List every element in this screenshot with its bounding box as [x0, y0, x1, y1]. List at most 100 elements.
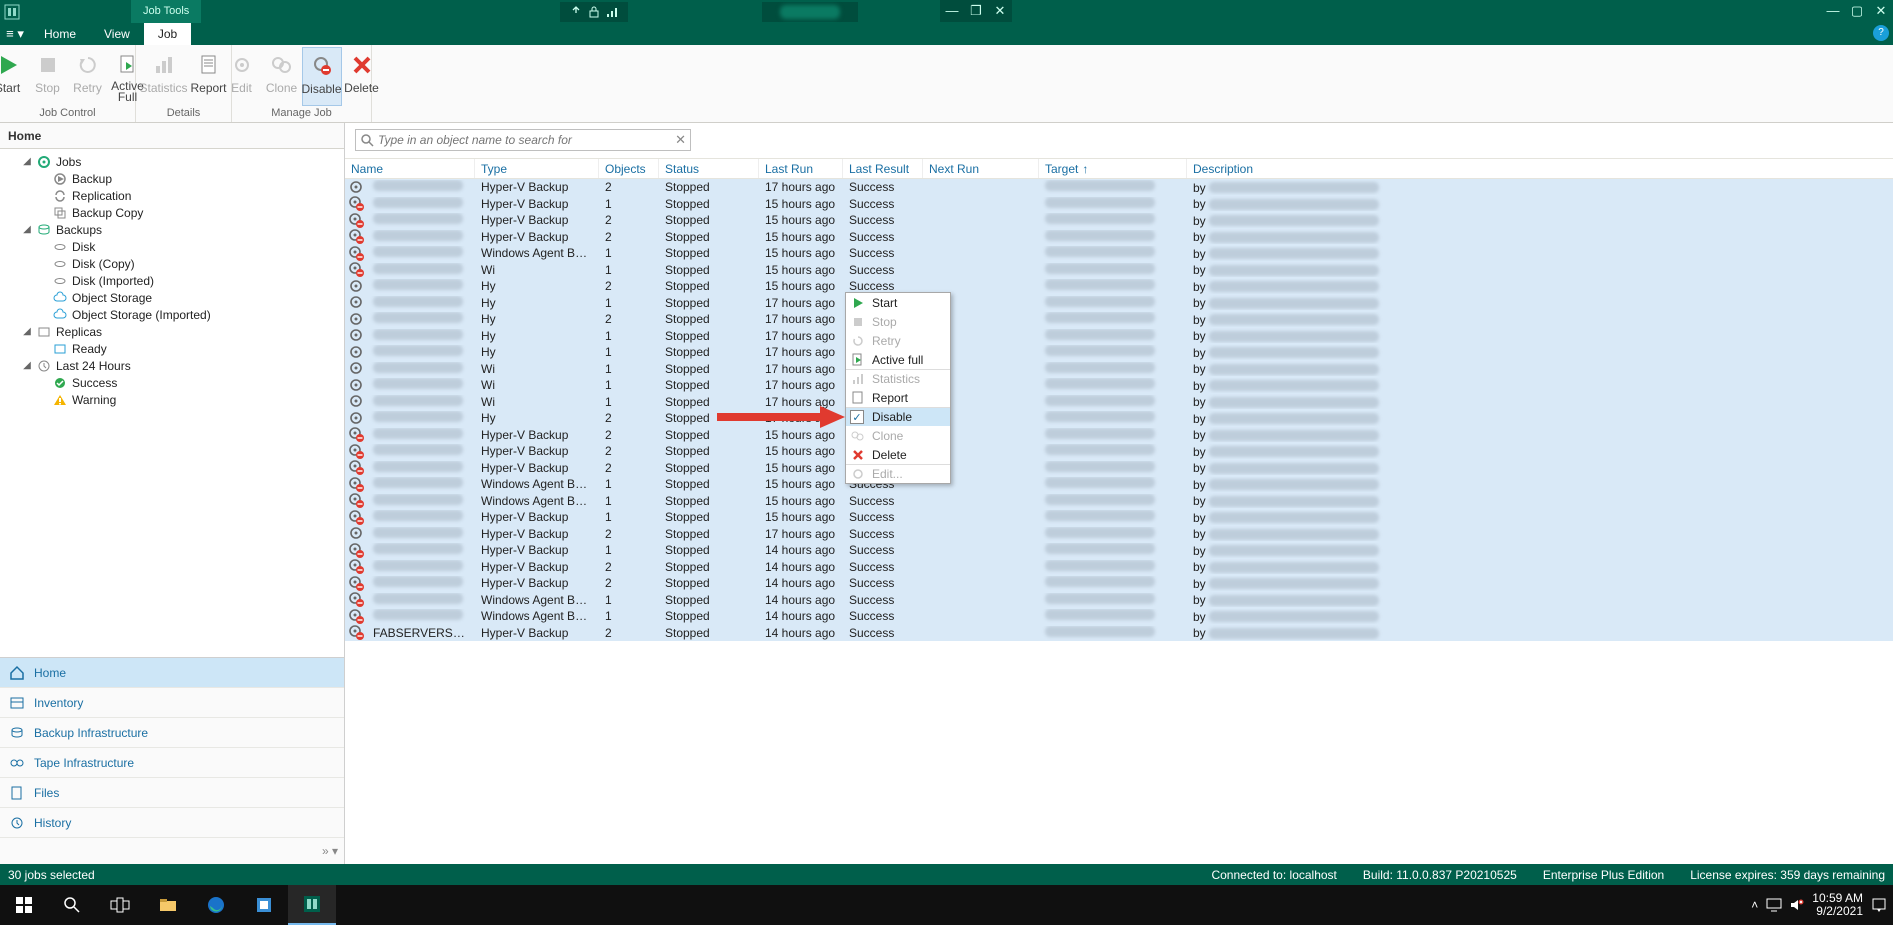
minimize-inner-button[interactable]: — — [940, 0, 964, 22]
col-type[interactable]: Type — [475, 159, 599, 178]
tree-jobs[interactable]: ◢Jobs — [0, 153, 344, 170]
col-objects[interactable]: Objects — [599, 159, 659, 178]
tree-backups[interactable]: ◢Backups — [0, 221, 344, 238]
table-row[interactable]: Windows Agent Backup1Stopped15 hours ago… — [345, 476, 1893, 493]
table-row[interactable]: Hyper-V Backup1Stopped15 hours agoSucces… — [345, 509, 1893, 526]
table-row[interactable]: Hyper-V Backup2Stopped14 hours agoSucces… — [345, 575, 1893, 592]
table-row[interactable]: Wi1Stopped17 hours agoSuccessby — [345, 394, 1893, 411]
tree-success[interactable]: Success — [0, 374, 344, 391]
col-description[interactable]: Description — [1187, 159, 1411, 178]
table-row[interactable]: Hy2Stopped15 hours agoSuccessby — [345, 278, 1893, 295]
job-tools-tab[interactable]: Job Tools — [131, 0, 201, 23]
cm-stop[interactable]: Stop — [846, 312, 950, 331]
app-button-1[interactable] — [240, 885, 288, 925]
cm-report[interactable]: Report — [846, 388, 950, 407]
restore-inner-button[interactable]: ❐ — [964, 0, 988, 22]
table-row[interactable]: Hyper-V Backup1Stopped14 hours agoSucces… — [345, 542, 1893, 559]
delete-button[interactable]: Delete — [342, 47, 382, 106]
close-inner-button[interactable]: ✕ — [988, 0, 1012, 22]
nav-tape-infra[interactable]: Tape Infrastructure — [0, 748, 344, 778]
grid-body[interactable]: Start Stop Retry Active full Statistics … — [345, 179, 1893, 864]
cm-clone[interactable]: Clone — [846, 426, 950, 445]
tray-overflow-icon[interactable]: ˄ — [1751, 898, 1758, 912]
help-icon[interactable]: ? — [1873, 25, 1889, 41]
tree-disk-imported[interactable]: Disk (Imported) — [0, 272, 344, 289]
table-row[interactable]: Windows Agent Backup1Stopped14 hours ago… — [345, 592, 1893, 609]
table-row[interactable]: Windows Agent Backup1Stopped14 hours ago… — [345, 608, 1893, 625]
nav-inventory[interactable]: Inventory — [0, 688, 344, 718]
tree-replication[interactable]: Replication — [0, 187, 344, 204]
search-box[interactable]: ✕ — [355, 129, 691, 151]
app-menu-button[interactable]: ≡ ▾ — [0, 23, 30, 45]
disable-button[interactable]: Disable — [302, 47, 342, 106]
table-row[interactable]: Hy1Stopped17 hours agoSuccessby — [345, 344, 1893, 361]
edge-button[interactable] — [192, 885, 240, 925]
edit-button[interactable]: Edit — [222, 47, 262, 106]
explorer-button[interactable] — [144, 885, 192, 925]
table-row[interactable]: Wi1Stopped17 hours agoSuccessby — [345, 361, 1893, 378]
cm-delete[interactable]: Delete — [846, 445, 950, 464]
cm-disable[interactable]: ✓Disable — [846, 407, 950, 426]
table-row[interactable]: Hyper-V Backup2Stopped15 hours agoSucces… — [345, 443, 1893, 460]
app-button-veeam[interactable] — [288, 885, 336, 925]
tree-disk-copy[interactable]: Disk (Copy) — [0, 255, 344, 272]
clear-search-icon[interactable]: ✕ — [675, 132, 686, 148]
start-button[interactable]: Start — [0, 47, 28, 106]
search-input[interactable] — [378, 133, 671, 147]
tree-object-storage[interactable]: Object Storage — [0, 289, 344, 306]
col-target[interactable]: Target ↑ — [1039, 159, 1187, 178]
close-button[interactable]: ✕ — [1869, 0, 1893, 22]
tab-home[interactable]: Home — [30, 23, 90, 45]
search-button[interactable] — [48, 885, 96, 925]
tree-last24[interactable]: ◢Last 24 Hours — [0, 357, 344, 374]
table-row[interactable]: Windows Agent Backup1Stopped15 hours ago… — [345, 493, 1893, 510]
nav-collapse-icon[interactable]: » ▾ — [322, 844, 338, 858]
col-last-result[interactable]: Last Result — [843, 159, 923, 178]
minimize-button[interactable]: — — [1821, 0, 1845, 22]
statistics-button[interactable]: Statistics — [139, 47, 189, 106]
nav-backup-infra[interactable]: Backup Infrastructure — [0, 718, 344, 748]
stop-button[interactable]: Stop — [28, 47, 68, 106]
cm-statistics[interactable]: Statistics — [846, 369, 950, 388]
tree-ready[interactable]: Ready — [0, 340, 344, 357]
table-row[interactable]: Wi1Stopped17 hours agoSuccessby — [345, 377, 1893, 394]
tree-backup-copy[interactable]: Backup Copy — [0, 204, 344, 221]
nav-files[interactable]: Files — [0, 778, 344, 808]
tab-view[interactable]: View — [90, 23, 144, 45]
clone-button[interactable]: Clone — [262, 47, 302, 106]
notifications-icon[interactable] — [1871, 897, 1887, 913]
cm-edit[interactable]: Edit... — [846, 464, 950, 483]
tree-replicas[interactable]: ◢Replicas — [0, 323, 344, 340]
taskbar-clock[interactable]: 10:59 AM 9/2/2021 — [1812, 892, 1863, 918]
table-row[interactable]: Hyper-V Backup2Stopped17 hours agoSucces… — [345, 179, 1893, 196]
table-row[interactable]: Hyper-V Backup1Stopped15 hours agoSucces… — [345, 196, 1893, 213]
tab-job[interactable]: Job — [144, 23, 191, 45]
tree-backup[interactable]: Backup — [0, 170, 344, 187]
task-view-button[interactable] — [96, 885, 144, 925]
tray-volume-icon[interactable] — [1790, 898, 1804, 912]
table-row[interactable]: FABSERVERS_FABITIA...Hyper-V Backup2Stop… — [345, 625, 1893, 642]
col-name[interactable]: Name — [345, 159, 475, 178]
nav-history[interactable]: History — [0, 808, 344, 838]
tray-display-icon[interactable] — [1766, 898, 1782, 912]
col-status[interactable]: Status — [659, 159, 759, 178]
table-row[interactable]: Hy1Stopped17 hours agoSuccessby — [345, 328, 1893, 345]
table-row[interactable]: Windows Agent Backup1Stopped15 hours ago… — [345, 245, 1893, 262]
col-next-run[interactable]: Next Run — [923, 159, 1039, 178]
table-row[interactable]: Hyper-V Backup2Stopped15 hours agoSucces… — [345, 229, 1893, 246]
tree-warning[interactable]: Warning — [0, 391, 344, 408]
cm-start[interactable]: Start — [846, 293, 950, 312]
table-row[interactable]: Hyper-V Backup2Stopped15 hours agoSucces… — [345, 427, 1893, 444]
nav-home[interactable]: Home — [0, 658, 344, 688]
col-last-run[interactable]: Last Run — [759, 159, 843, 178]
maximize-button[interactable]: ▢ — [1845, 0, 1869, 22]
table-row[interactable]: Hyper-V Backup2Stopped15 hours agoSucces… — [345, 212, 1893, 229]
table-row[interactable]: Hyper-V Backup2Stopped15 hours agoSucces… — [345, 460, 1893, 477]
cm-retry[interactable]: Retry — [846, 331, 950, 350]
cm-active-full[interactable]: Active full — [846, 350, 950, 369]
start-menu-button[interactable] — [0, 885, 48, 925]
tree-object-storage-imported[interactable]: Object Storage (Imported) — [0, 306, 344, 323]
tree-disk[interactable]: Disk — [0, 238, 344, 255]
retry-button[interactable]: Retry — [68, 47, 108, 106]
table-row[interactable]: Hy1Stopped17 hours agoSuccessby — [345, 295, 1893, 312]
